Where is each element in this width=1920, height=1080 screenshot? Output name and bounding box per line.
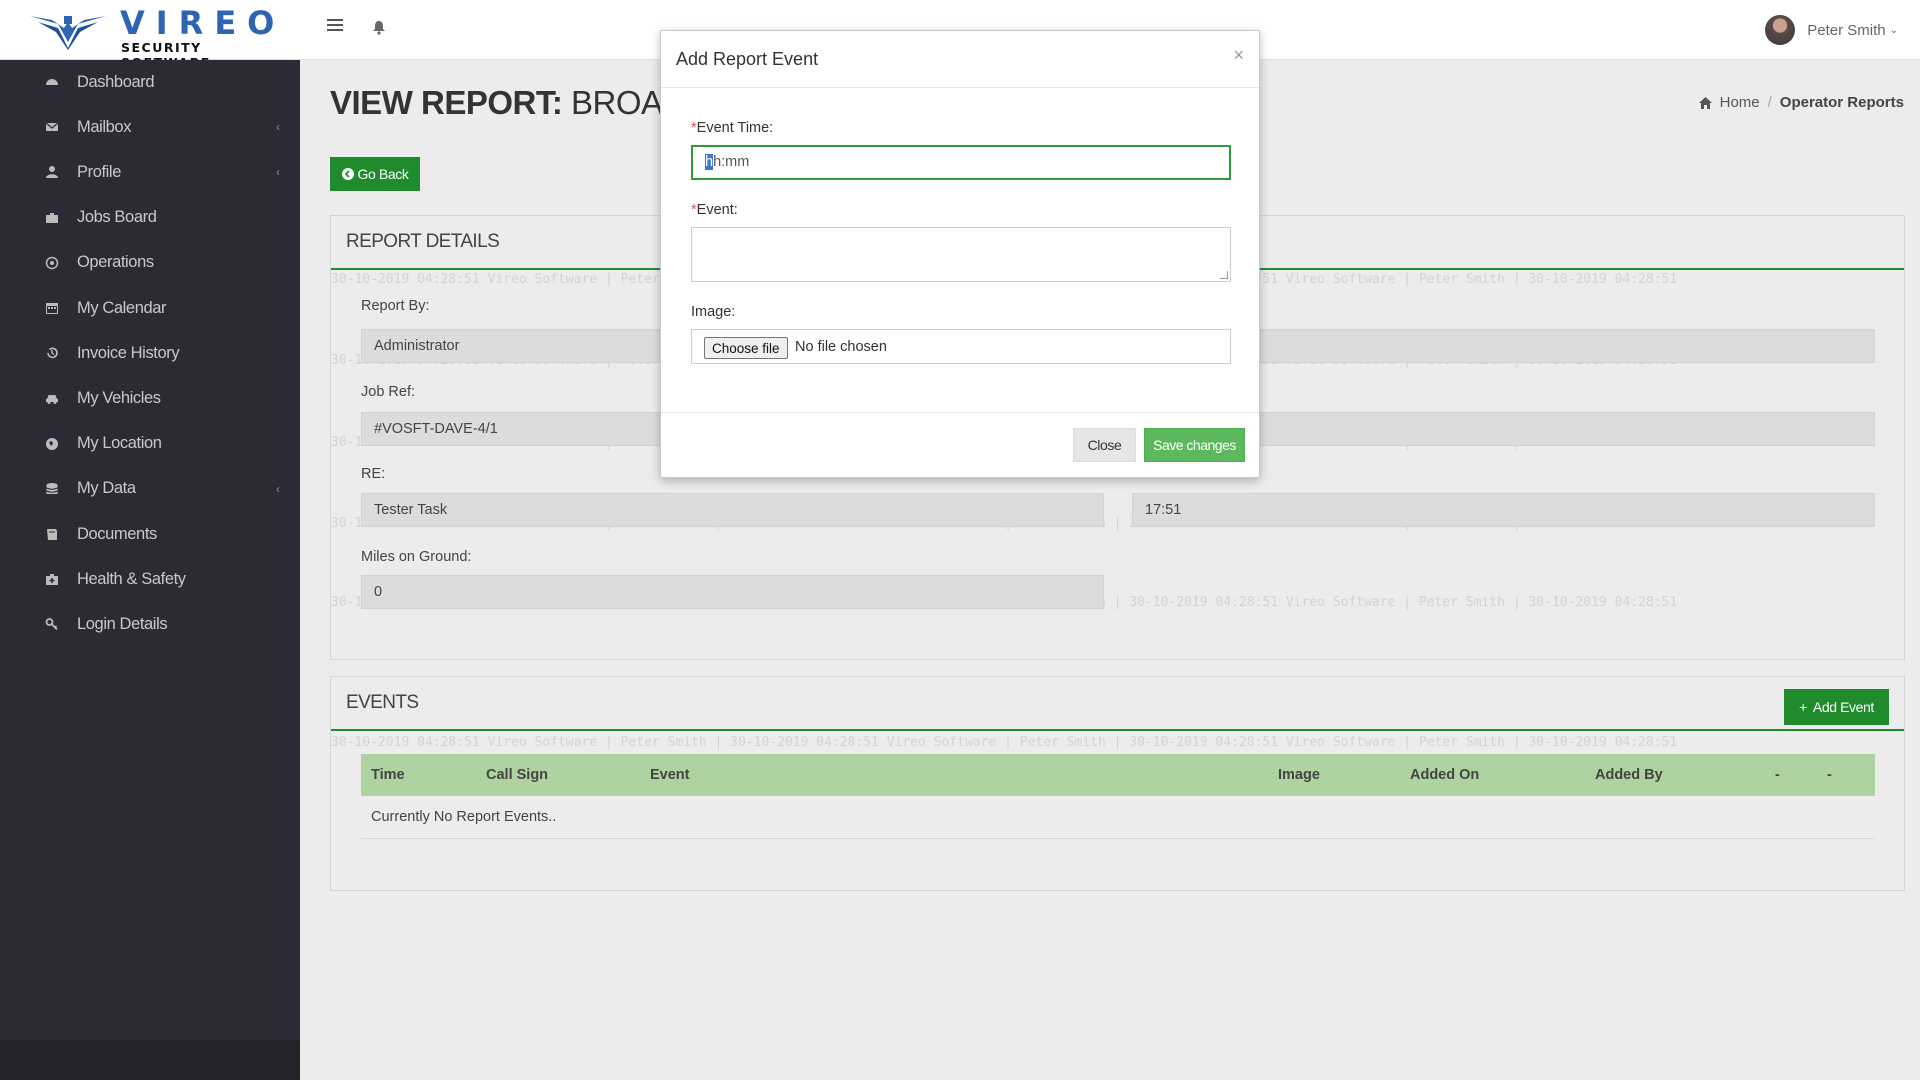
event-time-selected-segment: h: [705, 154, 714, 170]
file-status: No file chosen: [795, 339, 887, 355]
event-label: *Event:: [691, 202, 738, 218]
event-time-input[interactable]: hh:mm: [691, 145, 1231, 180]
event-label-text: Event:: [696, 202, 738, 218]
event-time-label: *Event Time:: [691, 120, 773, 136]
choose-file-button[interactable]: Choose file: [704, 337, 788, 359]
modal-header: Add Report Event: [661, 31, 1259, 88]
resize-handle-icon[interactable]: [1220, 271, 1228, 279]
event-time-value: h:mm: [713, 154, 750, 170]
add-report-event-modal: Add Report Event × *Event Time: hh:mm *E…: [660, 30, 1260, 478]
modal-footer: Close Save changes: [661, 412, 1259, 477]
image-file-input[interactable]: Choose file No file chosen: [691, 329, 1231, 364]
image-label: Image:: [691, 304, 736, 320]
close-icon[interactable]: ×: [1233, 45, 1244, 66]
save-changes-button[interactable]: Save changes: [1144, 428, 1245, 462]
event-time-label-text: Event Time:: [696, 120, 774, 136]
close-button[interactable]: Close: [1073, 428, 1136, 462]
modal-title: Add Report Event: [676, 48, 819, 69]
event-textarea[interactable]: [691, 227, 1231, 282]
